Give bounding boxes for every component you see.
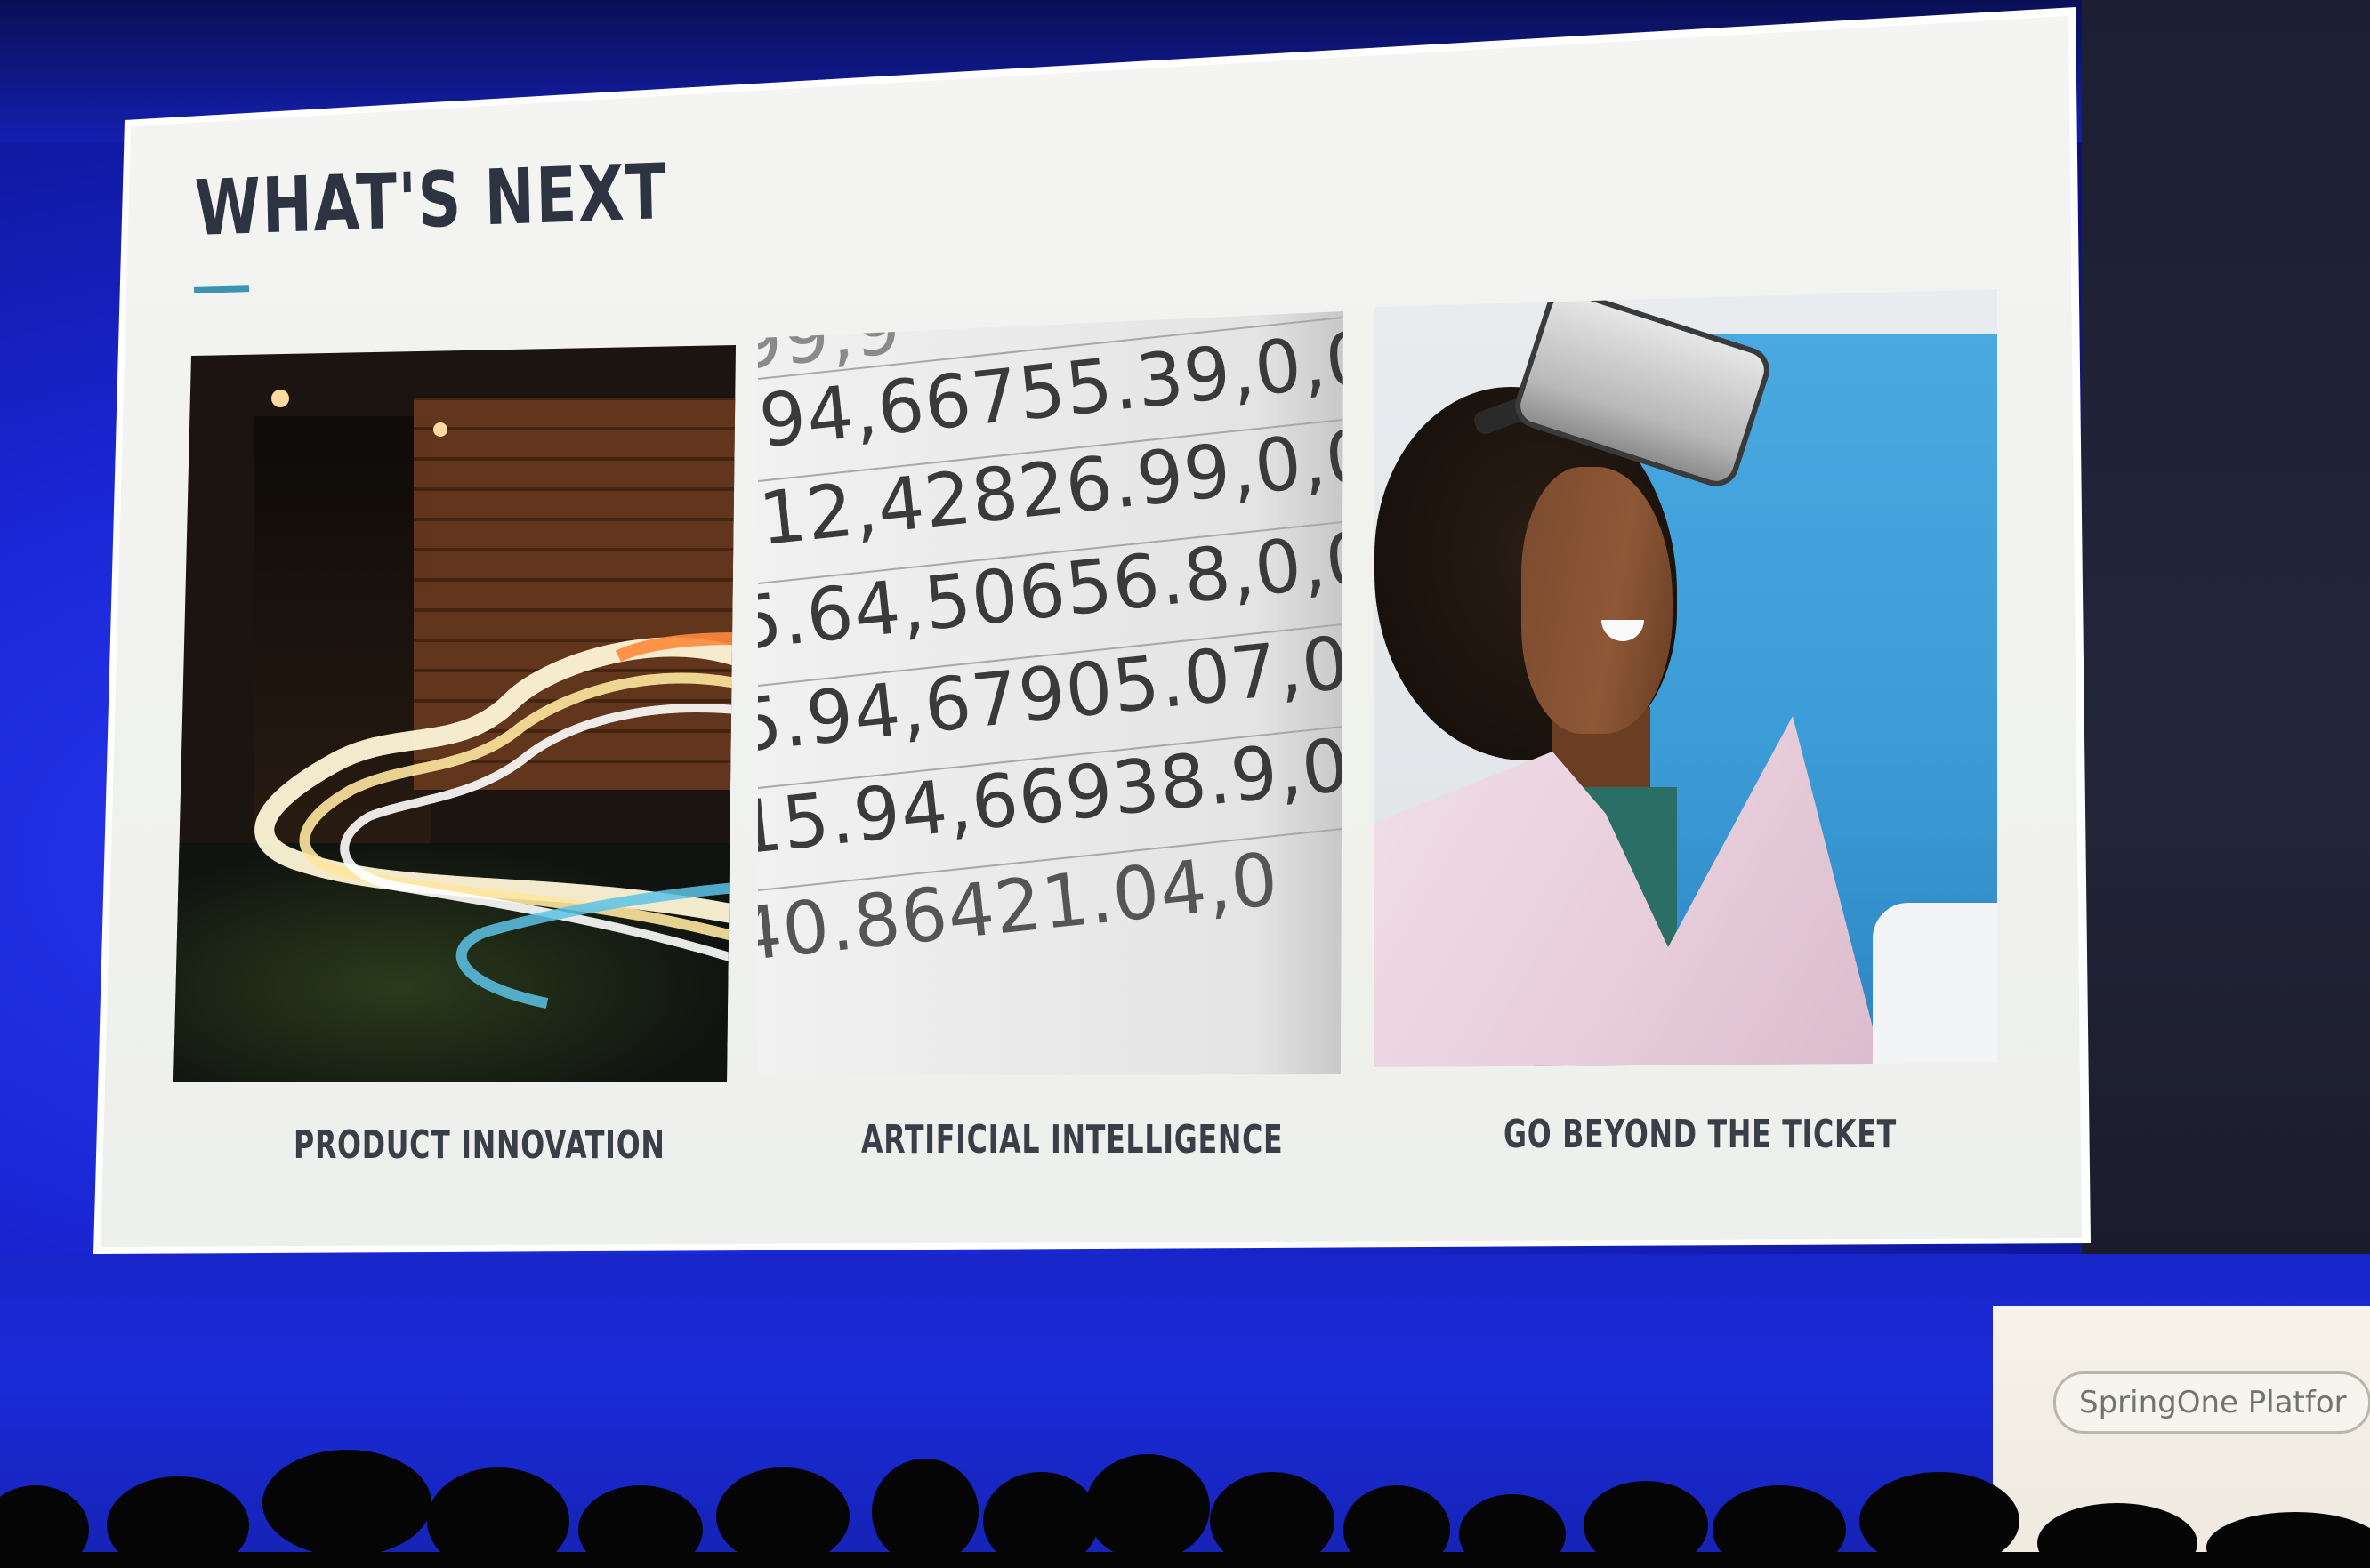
go-beyond-ticket-image [1374,289,1997,1067]
caption-product-innovation: PRODUCT INNOVATION [294,1122,665,1168]
audience-silhouettes [0,1432,2370,1568]
audience-heads-graphic [0,1450,2370,1568]
face [1521,467,1673,734]
artificial-intelligence-image: 99,9 .94,66755.39,0,0 .12,42826.99,0,0 5… [758,311,1343,1076]
white-chair [1873,903,1997,1067]
conference-stage: WHAT'S NEXT 99,9 .94,66755.39,0,0 .12,42… [0,0,2370,1568]
event-logo-pill: SpringOne Platfor [2053,1371,2370,1434]
light-trails-graphic [254,390,736,1009]
dark-side-panel [2082,0,2370,1263]
product-innovation-image [173,345,736,1082]
slide-title: WHAT'S NEXT [194,147,669,253]
caption-go-beyond-the-ticket: GO BEYOND THE TICKET [1503,1112,1897,1157]
caption-artificial-intelligence: ARTIFICIAL INTELLIGENCE [861,1117,1284,1162]
